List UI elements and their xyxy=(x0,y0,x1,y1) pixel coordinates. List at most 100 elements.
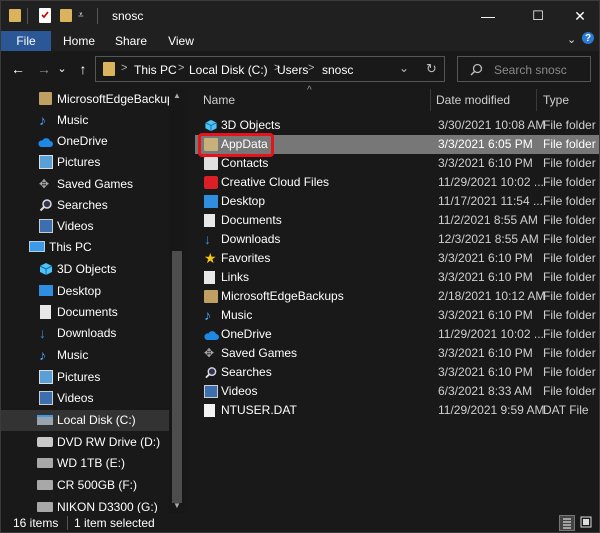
properties-icon[interactable] xyxy=(39,8,51,23)
sidebar-scrollbar[interactable]: ▲ ▼ xyxy=(169,87,185,513)
links-icon xyxy=(204,271,215,284)
tab-file[interactable]: File xyxy=(1,31,51,51)
file-row[interactable]: OneDrive 11/29/2021 10:02 ... File folder xyxy=(195,325,599,344)
file-name: Creative Cloud Files xyxy=(221,175,330,189)
sidebar-item-3d-objects[interactable]: 3D Objects xyxy=(1,259,169,280)
sidebar-item-label: Pictures xyxy=(57,155,101,169)
file-type: File folder xyxy=(543,137,596,151)
file-row[interactable]: ★ Favorites 3/3/2021 6:10 PM File folder xyxy=(195,249,599,268)
refresh-icon[interactable]: ↻ xyxy=(426,61,437,77)
creative-cloud-icon xyxy=(204,176,218,189)
file-explorer-window: ⩡ snosc — ☐ ✕ File Home Share View ⌄ ? ←… xyxy=(0,0,600,533)
file-row[interactable]: Documents 11/2/2021 8:55 AM File folder xyxy=(195,211,599,230)
file-date: 2/18/2021 10:12 AM xyxy=(438,289,546,303)
file-row[interactable]: ♪ Music 3/3/2021 6:10 PM File folder xyxy=(195,306,599,325)
sidebar-item-downloads[interactable]: ↓ Downloads xyxy=(1,323,169,344)
sidebar-item-searches[interactable]: Searches xyxy=(1,195,169,216)
file-row[interactable]: MicrosoftEdgeBackups 2/18/2021 10:12 AM Fi… xyxy=(195,287,599,306)
help-icon[interactable]: ? xyxy=(582,32,594,44)
tab-view[interactable]: View xyxy=(161,31,201,51)
details-view-icon[interactable] xyxy=(559,515,575,531)
folder-icon xyxy=(103,62,115,76)
recent-locations-button[interactable]: ⌄ xyxy=(53,60,71,78)
large-icons-view-icon[interactable] xyxy=(579,515,593,529)
address-dropdown-icon[interactable]: ⌄ xyxy=(399,61,409,75)
search-input[interactable]: Search snosc xyxy=(457,56,591,82)
sidebar-item-onedrive[interactable]: OneDrive xyxy=(1,131,169,152)
file-date: 3/3/2021 6:05 PM xyxy=(438,137,533,151)
sidebar-item-pictures[interactable]: Pictures xyxy=(1,152,169,173)
customize-toolbar-icon[interactable]: ⩡ xyxy=(78,9,88,23)
breadcrumb-local-disk[interactable]: Local Disk (C:) xyxy=(189,63,268,77)
file-type: File folder xyxy=(543,118,596,132)
breadcrumb-separator[interactable]: > xyxy=(308,62,314,74)
file-row[interactable]: ↓ Downloads 12/3/2021 8:55 AM File folder xyxy=(195,230,599,249)
sidebar-item-local-disk-c[interactable]: Local Disk (C:) xyxy=(1,410,169,431)
column-divider[interactable] xyxy=(430,89,431,111)
breadcrumb-users[interactable]: Users xyxy=(277,63,308,77)
tab-share[interactable]: Share xyxy=(111,31,151,51)
maximize-button[interactable]: ☐ xyxy=(515,1,561,31)
sidebar-item-cr-500gb-f[interactable]: CR 500GB (F:) xyxy=(1,475,169,496)
tab-home[interactable]: Home xyxy=(59,31,99,51)
sidebar-item-microsoftedgebackups[interactable]: MicrosoftEdgeBackups xyxy=(1,89,180,110)
sidebar-item-pictures[interactable]: Pictures xyxy=(1,367,169,388)
file-row[interactable]: Creative Cloud Files 11/29/2021 10:02 ...… xyxy=(195,173,599,192)
sidebar-item-nikon-d3300-g[interactable]: NIKON D3300 (G:) xyxy=(1,497,169,513)
sidebar-item-label: Videos xyxy=(57,391,94,405)
expand-ribbon-icon[interactable]: ⌄ xyxy=(567,33,576,46)
sidebar-item-saved-games[interactable]: ✥ Saved Games xyxy=(1,174,169,195)
sidebar-item-this-pc[interactable]: This PC xyxy=(1,237,169,258)
saved-games-icon: ✥ xyxy=(39,177,50,191)
contacts-icon xyxy=(204,157,218,170)
music-icon: ♪ xyxy=(204,307,211,323)
file-name: OneDrive xyxy=(221,327,272,341)
column-divider[interactable] xyxy=(536,89,537,111)
scroll-up-icon[interactable]: ▲ xyxy=(173,91,181,100)
3d-objects-icon xyxy=(204,119,218,132)
item-count: 16 items xyxy=(13,516,59,530)
file-type: File folder xyxy=(543,346,596,360)
sidebar-item-dvd-rw-drive-d[interactable]: DVD RW Drive (D:) xyxy=(1,432,169,453)
documents-icon xyxy=(40,305,51,319)
address-bar[interactable]: > This PC > Local Disk (C:) > Users > sn… xyxy=(95,56,445,82)
sidebar-item-videos[interactable]: Videos xyxy=(1,388,169,409)
file-type: File folder xyxy=(543,232,596,246)
breadcrumb-separator[interactable]: > xyxy=(178,62,184,74)
sidebar-item-label: Saved Games xyxy=(57,177,134,191)
column-header-type[interactable]: Type xyxy=(543,93,569,107)
file-name: Searches xyxy=(221,365,272,379)
pictures-icon xyxy=(39,155,53,169)
file-row[interactable]: Searches 3/3/2021 6:10 PM File folder xyxy=(195,363,599,382)
file-row[interactable]: Links 3/3/2021 6:10 PM File folder xyxy=(195,268,599,287)
scrollbar-thumb[interactable] xyxy=(172,251,182,503)
file-row[interactable]: Videos 6/3/2021 8:33 AM File folder xyxy=(195,382,599,401)
close-button[interactable]: ✕ xyxy=(557,1,600,31)
sidebar-item-desktop[interactable]: Desktop xyxy=(1,281,169,302)
sidebar-item-wd-1tb-e[interactable]: WD 1TB (E:) xyxy=(1,453,169,474)
column-header-name[interactable]: Name xyxy=(203,93,235,107)
breadcrumb-this-pc[interactable]: This PC xyxy=(134,63,177,77)
file-row[interactable]: ✥ Saved Games 3/3/2021 6:10 PM File folder xyxy=(195,344,599,363)
file-date: 12/3/2021 8:55 AM xyxy=(438,232,539,246)
sidebar-item-videos[interactable]: Videos xyxy=(1,216,169,237)
forward-button[interactable]: → xyxy=(35,60,53,78)
minimize-button[interactable]: — xyxy=(465,1,511,31)
navigation-bar: ← → ⌄ ↑ > This PC > Local Disk (C:) > Us… xyxy=(1,51,599,87)
sidebar-item-documents[interactable]: Documents xyxy=(1,302,169,323)
scroll-down-icon[interactable]: ▼ xyxy=(173,501,181,510)
back-button[interactable]: ← xyxy=(9,60,27,78)
breadcrumb-snosc[interactable]: snosc xyxy=(322,63,353,77)
file-date: 3/3/2021 6:10 PM xyxy=(438,156,533,170)
file-row[interactable]: Desktop 11/17/2021 11:54 ... File folder xyxy=(195,192,599,211)
file-type: File folder xyxy=(543,308,596,322)
breadcrumb-separator[interactable]: > xyxy=(121,62,127,74)
up-button[interactable]: ↑ xyxy=(74,60,92,78)
file-row[interactable]: NTUSER.DAT 11/29/2021 9:59 AM DAT File xyxy=(195,401,599,420)
file-name: Desktop xyxy=(221,194,266,208)
sidebar-item-music[interactable]: ♪ Music xyxy=(1,110,169,131)
sidebar-item-music[interactable]: ♪ Music xyxy=(1,345,169,366)
downloads-icon: ↓ xyxy=(204,231,211,247)
column-header-date-modified[interactable]: Date modified xyxy=(436,93,510,107)
new-folder-icon[interactable] xyxy=(60,9,72,22)
